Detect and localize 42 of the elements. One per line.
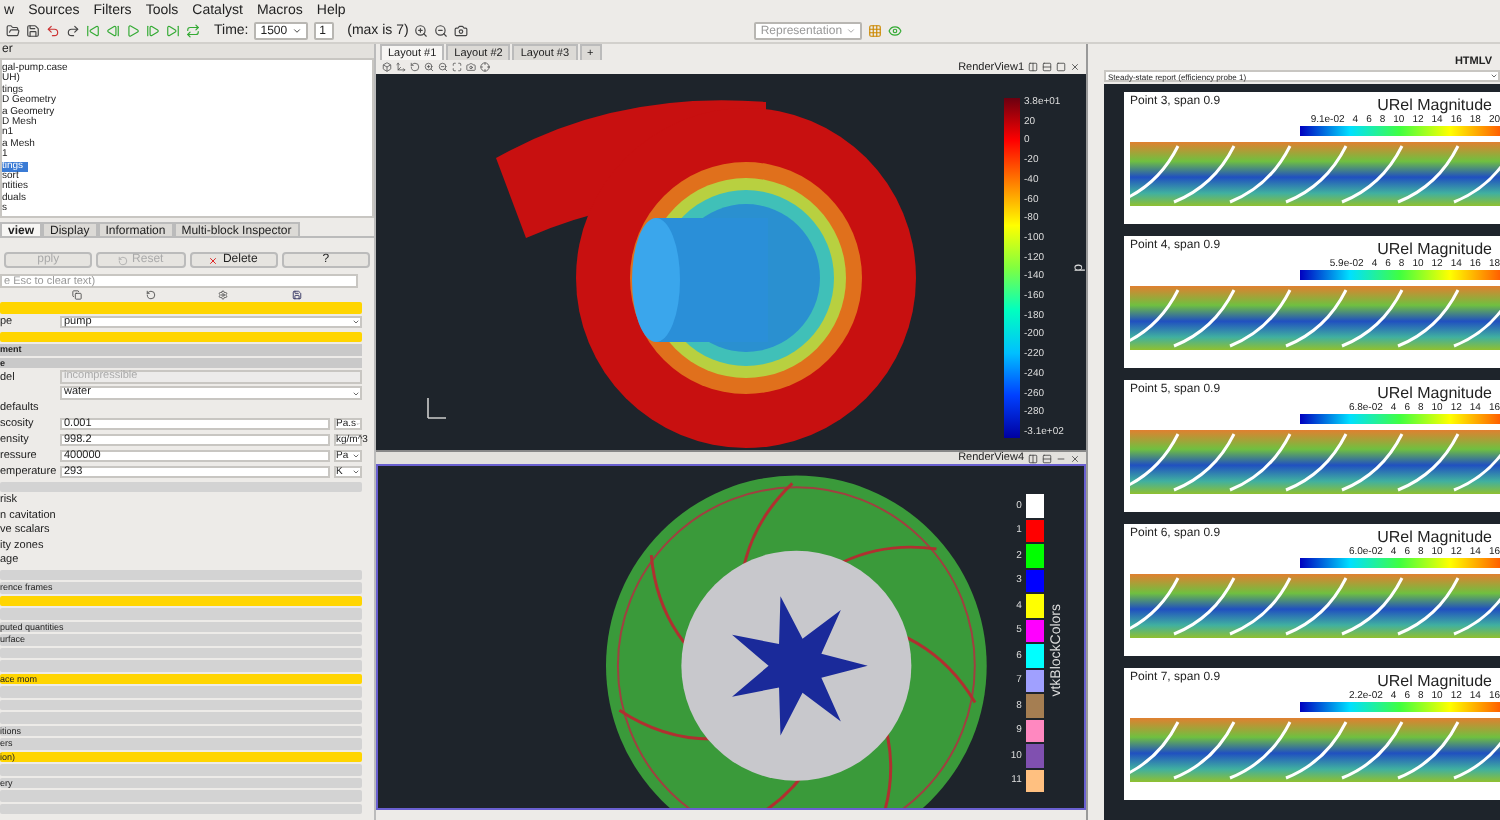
quantity-title: URel Magnitude bbox=[1377, 96, 1492, 114]
quantity-title: URel Magnitude bbox=[1377, 672, 1492, 690]
zoom-in-icon[interactable] bbox=[424, 62, 434, 72]
loop-icon[interactable] bbox=[186, 24, 200, 38]
cube-icon[interactable] bbox=[382, 62, 392, 72]
axes-icon bbox=[424, 394, 448, 422]
move-icon[interactable] bbox=[396, 62, 406, 72]
eye-icon[interactable] bbox=[888, 24, 903, 38]
crosshair-icon[interactable] bbox=[480, 62, 490, 72]
quantity-title: URel Magnitude bbox=[1377, 384, 1492, 402]
next-frame-icon[interactable] bbox=[146, 24, 160, 38]
grid-icon[interactable] bbox=[868, 24, 883, 38]
save-icon[interactable] bbox=[292, 290, 303, 300]
caret-icon bbox=[846, 26, 857, 36]
maximize-icon[interactable] bbox=[452, 62, 462, 72]
redo-icon[interactable] bbox=[66, 24, 80, 38]
split-horizontal-icon[interactable] bbox=[1028, 453, 1038, 463]
split-vertical-icon[interactable] bbox=[1042, 453, 1052, 463]
camera-icon[interactable] bbox=[454, 24, 469, 38]
copy-icon[interactable] bbox=[71, 290, 82, 300]
zoom-out-icon[interactable] bbox=[434, 24, 449, 38]
gear-icon[interactable] bbox=[218, 290, 229, 300]
split-horizontal-icon[interactable] bbox=[1028, 62, 1038, 72]
folder-icon[interactable] bbox=[6, 24, 20, 38]
last-frame-icon[interactable] bbox=[166, 24, 180, 38]
reset-icon[interactable] bbox=[145, 290, 156, 300]
rotate-icon[interactable] bbox=[410, 62, 420, 72]
zoom-out-icon[interactable] bbox=[438, 62, 448, 72]
quantity-title: URel Magnitude bbox=[1377, 240, 1492, 258]
split-vertical-icon[interactable] bbox=[1042, 62, 1052, 72]
reset-icon bbox=[118, 255, 129, 265]
play-icon[interactable] bbox=[126, 24, 140, 38]
maximize-icon[interactable] bbox=[1056, 62, 1066, 72]
previous-frame-icon[interactable] bbox=[106, 24, 120, 38]
save-icon[interactable] bbox=[26, 24, 40, 38]
minimize-icon[interactable] bbox=[1056, 453, 1066, 463]
caret-icon bbox=[291, 26, 302, 36]
first-frame-icon[interactable] bbox=[86, 24, 100, 38]
quantity-title: URel Magnitude bbox=[1377, 528, 1492, 546]
camera-icon[interactable] bbox=[466, 62, 476, 72]
undo-icon[interactable] bbox=[46, 24, 60, 38]
zoom-in-icon[interactable] bbox=[414, 24, 429, 38]
